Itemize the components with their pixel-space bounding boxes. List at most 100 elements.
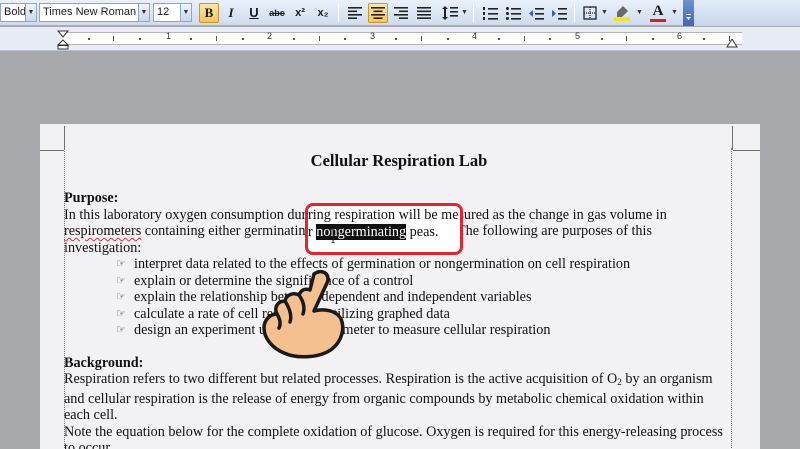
superscript-button[interactable]: x² bbox=[290, 3, 310, 23]
crop-mark bbox=[64, 126, 65, 150]
font-color-button[interactable]: A bbox=[648, 3, 668, 23]
list-item: ☞ explain or determine the significance o… bbox=[116, 273, 734, 290]
crop-mark bbox=[732, 126, 733, 150]
line-spacing-icon bbox=[442, 6, 458, 20]
list-item: ☞ explain the relationship between depend… bbox=[116, 289, 734, 306]
ruler-track bbox=[62, 32, 742, 45]
pointing-hand-icon bbox=[262, 269, 345, 359]
font-color-letter: A bbox=[652, 3, 664, 19]
highlight-dropdown-arrow[interactable]: ▼ bbox=[636, 3, 643, 23]
ruler-dot bbox=[446, 38, 449, 40]
list-item-text: interpret data related to the effects of… bbox=[134, 256, 631, 272]
ruler-dot bbox=[549, 38, 552, 40]
underline-button[interactable]: U bbox=[244, 3, 264, 23]
list-item: ☞ interpret data related to the effects o… bbox=[116, 256, 734, 273]
ruler-dot bbox=[87, 38, 90, 40]
font-color-dropdown-arrow[interactable]: ▼ bbox=[671, 3, 678, 23]
ruler-number: 3 bbox=[370, 31, 376, 41]
ruler-tick bbox=[215, 36, 217, 41]
pointing-hand-bullet-icon: ☞ bbox=[116, 291, 126, 303]
pointing-hand-bullet-icon: ☞ bbox=[116, 274, 126, 287]
ruler-dot bbox=[395, 38, 398, 40]
numbered-list-icon bbox=[482, 7, 498, 20]
ruler-tick bbox=[421, 36, 423, 41]
style-dropdown-arrow[interactable]: ▼ bbox=[26, 3, 37, 22]
callout-line: ring respiration will be me bbox=[308, 207, 459, 223]
highlight-button[interactable] bbox=[612, 3, 632, 23]
numbering-button[interactable] bbox=[480, 3, 500, 23]
align-right-button[interactable] bbox=[391, 3, 411, 23]
text-run: containing either germinating or bbox=[141, 223, 332, 239]
ruler-number: 6 bbox=[677, 31, 683, 41]
line-spacing-dropdown-arrow[interactable]: ▼ bbox=[461, 3, 468, 23]
purpose-bullet-list: ☞ interpret data related to the effects o… bbox=[116, 256, 734, 339]
ruler-tick bbox=[523, 36, 525, 41]
ruler-number: 2 bbox=[267, 31, 273, 41]
align-left-icon bbox=[348, 7, 362, 19]
decrease-indent-button[interactable] bbox=[526, 3, 546, 23]
borders-dropdown-arrow[interactable]: ▼ bbox=[601, 3, 608, 23]
document-body[interactable]: Cellular Respiration Lab Purpose: In thi… bbox=[64, 150, 734, 449]
align-center-icon bbox=[371, 7, 385, 19]
justify-icon bbox=[417, 7, 431, 19]
ruler-tick bbox=[318, 36, 320, 41]
bulleted-list-icon bbox=[505, 7, 521, 20]
ruler-number: 4 bbox=[472, 31, 478, 41]
selected-text: nongerminating bbox=[316, 224, 407, 240]
align-center-button[interactable] bbox=[368, 3, 388, 23]
bold-button[interactable]: B bbox=[199, 3, 219, 23]
text-run: peas. bbox=[406, 224, 439, 240]
crop-mark bbox=[40, 150, 64, 151]
ruler-dot bbox=[651, 38, 654, 40]
toolbar-separator bbox=[574, 4, 575, 22]
decrease-indent-icon bbox=[528, 8, 544, 20]
ruler-dot bbox=[600, 38, 603, 40]
justify-button[interactable] bbox=[414, 3, 434, 23]
style-combo[interactable]: Bold, bbox=[0, 3, 26, 22]
ruler-number: 5 bbox=[575, 31, 581, 41]
increase-indent-icon bbox=[551, 8, 567, 20]
toolbar-options-chevron[interactable] bbox=[683, 0, 694, 26]
pointing-hand-bullet-icon: ☞ bbox=[116, 307, 126, 320]
align-right-icon bbox=[394, 7, 408, 19]
list-item: ☞design an experiment using a respiromet… bbox=[116, 322, 734, 339]
italic-button[interactable]: I bbox=[221, 3, 241, 23]
toolbar-empty-area bbox=[694, 0, 800, 26]
callout-line: r nongerminating peas. bbox=[308, 224, 438, 241]
background-line: Note the equation below for the complete… bbox=[64, 423, 723, 440]
pointing-hand-bullet-icon: ☞ bbox=[116, 258, 126, 270]
text-run: Respiration refers to two different but … bbox=[64, 371, 618, 387]
bullets-button[interactable] bbox=[503, 3, 523, 23]
ruler-number: 1 bbox=[166, 31, 172, 41]
horizontal-ruler[interactable]: 1 2 3 4 5 6 bbox=[0, 27, 800, 51]
background-heading: Background: bbox=[64, 354, 144, 371]
font-name-combo[interactable]: Times New Roman bbox=[39, 3, 139, 22]
ruler-dot bbox=[292, 38, 295, 40]
text-cursor-icon bbox=[331, 229, 335, 243]
ruler-dot bbox=[498, 38, 501, 40]
font-name-dropdown-arrow[interactable]: ▼ bbox=[139, 3, 150, 22]
strikethrough-button[interactable]: abc bbox=[267, 3, 287, 23]
ruler-dot bbox=[241, 38, 244, 40]
text-run: by an organism bbox=[621, 371, 713, 387]
align-left-button[interactable] bbox=[345, 3, 365, 23]
highlighter-icon bbox=[614, 6, 630, 21]
background-line: Respiration refers to two different but … bbox=[64, 371, 734, 391]
borders-button[interactable] bbox=[580, 3, 600, 23]
subscript-button[interactable]: x₂ bbox=[313, 3, 333, 23]
toolbar-separator bbox=[473, 4, 474, 22]
borders-icon bbox=[583, 6, 597, 20]
left-indent-marker[interactable] bbox=[57, 30, 69, 50]
chevron-down-icon bbox=[686, 14, 691, 20]
list-item: ☞calculate a rate of cell respiration ut… bbox=[116, 306, 734, 323]
font-size-dropdown-arrow[interactable]: ▼ bbox=[181, 3, 192, 22]
crop-mark bbox=[733, 150, 760, 151]
ruler-dot bbox=[138, 38, 141, 40]
ruler-tick bbox=[626, 36, 628, 41]
increase-indent-button[interactable] bbox=[549, 3, 569, 23]
background-line: each cell. bbox=[64, 407, 118, 423]
background-line: and cellular respiration is the release … bbox=[64, 390, 704, 407]
right-indent-marker[interactable] bbox=[726, 39, 738, 48]
line-spacing-button[interactable] bbox=[440, 3, 460, 23]
font-size-combo[interactable]: 12 bbox=[153, 3, 181, 22]
